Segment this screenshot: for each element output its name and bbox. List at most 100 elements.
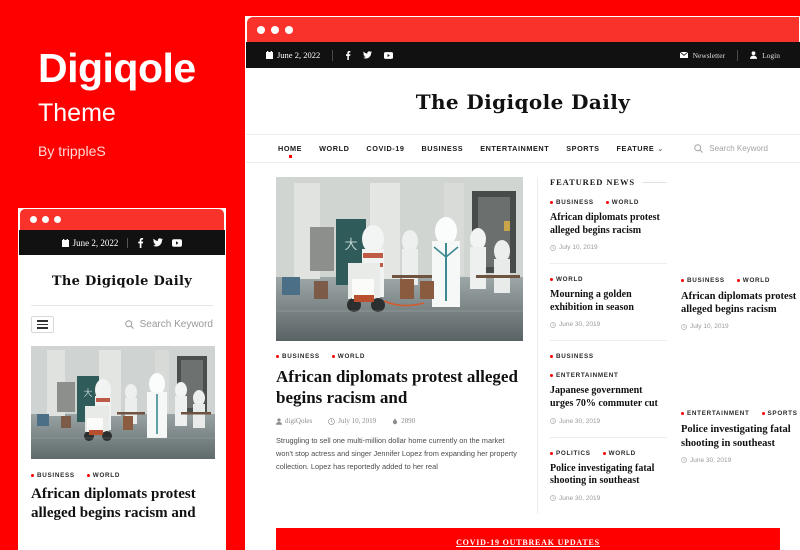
featured-post-categories: BUSINESS WORLD bbox=[550, 199, 667, 206]
sidebar-post-categories: ENTERTAINMENT SPORTS bbox=[681, 410, 800, 417]
mobile-article-title[interactable]: African diplomats protest alleged begins… bbox=[31, 485, 213, 523]
clock-icon bbox=[550, 418, 556, 424]
featured-news-heading: FEATURED NEWS bbox=[550, 177, 667, 187]
twitter-icon[interactable] bbox=[153, 238, 164, 247]
featured-post-title[interactable]: African diplomats protest alleged begins… bbox=[550, 212, 667, 237]
mobile-hero-image[interactable]: 大 bbox=[31, 346, 215, 459]
featured-post-categories: BUSINESS ENTERTAINMENT bbox=[550, 353, 667, 379]
youtube-icon[interactable] bbox=[172, 238, 183, 247]
nav-item-home[interactable]: HOME bbox=[278, 144, 302, 158]
fire-icon bbox=[393, 417, 398, 425]
window-dot-maximize-icon[interactable] bbox=[285, 25, 293, 34]
login-link[interactable]: Login bbox=[750, 51, 780, 60]
category-tag[interactable]: BUSINESS bbox=[550, 353, 594, 360]
window-dot-maximize-icon[interactable] bbox=[54, 216, 61, 223]
lead-article-image[interactable]: 大 bbox=[276, 177, 523, 341]
featured-post[interactable]: WORLD Mourning a golden exhibition in se… bbox=[550, 263, 667, 340]
category-tag[interactable]: WORLD bbox=[603, 450, 636, 457]
sidebar-post-title[interactable]: Police investigating fatal shooting in s… bbox=[681, 423, 800, 449]
sidebar-post[interactable]: BUSINESS WORLD African diplomats protest… bbox=[681, 263, 800, 344]
nav-item-sports[interactable]: SPORTS bbox=[566, 144, 599, 153]
sidebar-post-categories: BUSINESS WORLD bbox=[681, 277, 800, 284]
search-input[interactable]: Search Keyword bbox=[694, 144, 768, 153]
lead-date-text: July 10, 2019 bbox=[338, 417, 377, 426]
category-tag[interactable]: WORLD bbox=[737, 277, 770, 284]
lead-article-meta: digiQoles July 10, 2019 2890 bbox=[276, 417, 523, 425]
window-dot-minimize-icon[interactable] bbox=[271, 25, 279, 34]
mobile-nav-row: Search Keyword bbox=[31, 305, 213, 343]
category-tag[interactable]: SPORTS bbox=[762, 410, 798, 417]
hamburger-icon[interactable] bbox=[31, 316, 54, 333]
mobile-body: The Digiqole Daily Search Keyword 大 BUSI… bbox=[19, 255, 225, 523]
sidebar-post-date: July 10, 2019 bbox=[681, 323, 800, 330]
category-tag[interactable]: BUSINESS bbox=[276, 353, 320, 360]
newsletter-link[interactable]: Newsletter bbox=[679, 50, 726, 60]
topbar-divider-2 bbox=[737, 49, 739, 61]
twitter-icon[interactable] bbox=[363, 51, 373, 59]
nav-item-feature[interactable]: FEATURE ⌄ bbox=[617, 144, 664, 153]
topbar-divider bbox=[127, 237, 129, 248]
category-tag[interactable]: WORLD bbox=[87, 472, 120, 479]
user-icon bbox=[750, 51, 758, 59]
facebook-icon[interactable] bbox=[345, 50, 351, 60]
featured-post-title[interactable]: Mourning a golden exhibition in season bbox=[550, 289, 667, 314]
category-tag[interactable]: POLITICS bbox=[550, 450, 591, 457]
site-brand[interactable]: The Digiqole Daily bbox=[246, 68, 800, 134]
facebook-icon[interactable] bbox=[137, 237, 144, 248]
clock-icon bbox=[550, 322, 556, 328]
featured-post[interactable]: POLITICS WORLD Police investigating fata… bbox=[550, 436, 667, 514]
featured-news-column: FEATURED NEWS BUSINESS WORLD African dip… bbox=[537, 177, 667, 514]
lead-article-excerpt: Struggling to sell one multi-million dol… bbox=[276, 436, 517, 472]
lead-author[interactable]: digiQoles bbox=[276, 417, 312, 425]
covid-updates-link[interactable]: COVID-19 OUTBREAK UPDATES bbox=[456, 538, 600, 547]
featured-post[interactable]: BUSINESS WORLD African diplomats protest… bbox=[550, 187, 667, 263]
sidebar-post-title[interactable]: African diplomats protest alleged begins… bbox=[681, 290, 800, 316]
lead-article-title[interactable]: African diplomats protest alleged begins… bbox=[276, 367, 523, 408]
window-dot-close-icon[interactable] bbox=[30, 216, 37, 223]
category-tag[interactable]: WORLD bbox=[550, 276, 583, 283]
desktop-preview-window: June 2, 2022 Newsletter Login The Digiqo… bbox=[245, 16, 800, 550]
featured-post[interactable]: BUSINESS ENTERTAINMENT Japanese governme… bbox=[550, 340, 667, 436]
hazmat-scene-illustration: 大 bbox=[276, 177, 523, 341]
hazmat-scene-illustration: 大 bbox=[31, 346, 215, 459]
promo-subtitle: Theme bbox=[38, 99, 116, 127]
sidebar-mid-spacer bbox=[681, 344, 800, 396]
lead-article-column: 大 BUSINESS WORLD African diplomats prote… bbox=[276, 177, 523, 514]
nav-item-world[interactable]: WORLD bbox=[319, 144, 349, 153]
sidebar-post-date-text: June 30, 2019 bbox=[690, 456, 732, 464]
youtube-icon[interactable] bbox=[384, 51, 394, 59]
newsletter-label: Newsletter bbox=[692, 50, 726, 60]
mobile-search-input[interactable]: Search Keyword bbox=[124, 319, 213, 330]
site-topbar: June 2, 2022 Newsletter Login bbox=[246, 42, 800, 68]
featured-post-title[interactable]: Japanese government urges 70% commuter c… bbox=[550, 385, 667, 410]
mobile-search-placeholder: Search Keyword bbox=[139, 319, 213, 330]
category-tag[interactable]: BUSINESS bbox=[31, 472, 75, 479]
category-tag[interactable]: ENTERTAINMENT bbox=[681, 410, 750, 417]
category-tag[interactable]: BUSINESS bbox=[550, 199, 594, 206]
mobile-window-titlebar bbox=[19, 208, 225, 230]
window-dot-minimize-icon[interactable] bbox=[42, 216, 49, 223]
featured-post-title[interactable]: Police investigating fatal shooting in s… bbox=[550, 463, 667, 488]
covid-updates-banner[interactable]: COVID-19 OUTBREAK UPDATES bbox=[276, 527, 780, 550]
promo-panel: Digiqole Theme By trippleS bbox=[38, 48, 238, 160]
mobile-preview-window: June 2, 2022 The Digiqole Daily Search K… bbox=[18, 208, 226, 550]
nav-item-business[interactable]: BUSINESS bbox=[421, 144, 463, 153]
category-tag[interactable]: BUSINESS bbox=[681, 277, 725, 284]
sidebar-post-date: June 30, 2019 bbox=[681, 457, 800, 464]
window-dot-close-icon[interactable] bbox=[257, 25, 265, 34]
category-tag[interactable]: WORLD bbox=[606, 199, 639, 206]
svg-text:大: 大 bbox=[344, 238, 357, 253]
sidebar-column: BUSINESS WORLD African diplomats protest… bbox=[681, 177, 800, 514]
category-tag[interactable]: ENTERTAINMENT bbox=[550, 372, 619, 379]
lead-author-name: digiQoles bbox=[285, 417, 313, 426]
clock-icon bbox=[550, 244, 556, 251]
lead-article-categories: BUSINESS WORLD bbox=[276, 353, 523, 360]
nav-item-entertainment[interactable]: ENTERTAINMENT bbox=[480, 144, 549, 153]
category-tag[interactable]: WORLD bbox=[332, 353, 365, 360]
sidebar-post[interactable]: ENTERTAINMENT SPORTS Police investigatin… bbox=[681, 396, 800, 477]
promo-byline: By trippleS bbox=[38, 143, 106, 159]
search-icon bbox=[694, 144, 704, 153]
nav-item-covid-19[interactable]: COVID-19 bbox=[366, 144, 404, 153]
lead-views-count: 2890 bbox=[401, 417, 416, 426]
featured-post-date: June 30, 2019 bbox=[550, 321, 667, 328]
